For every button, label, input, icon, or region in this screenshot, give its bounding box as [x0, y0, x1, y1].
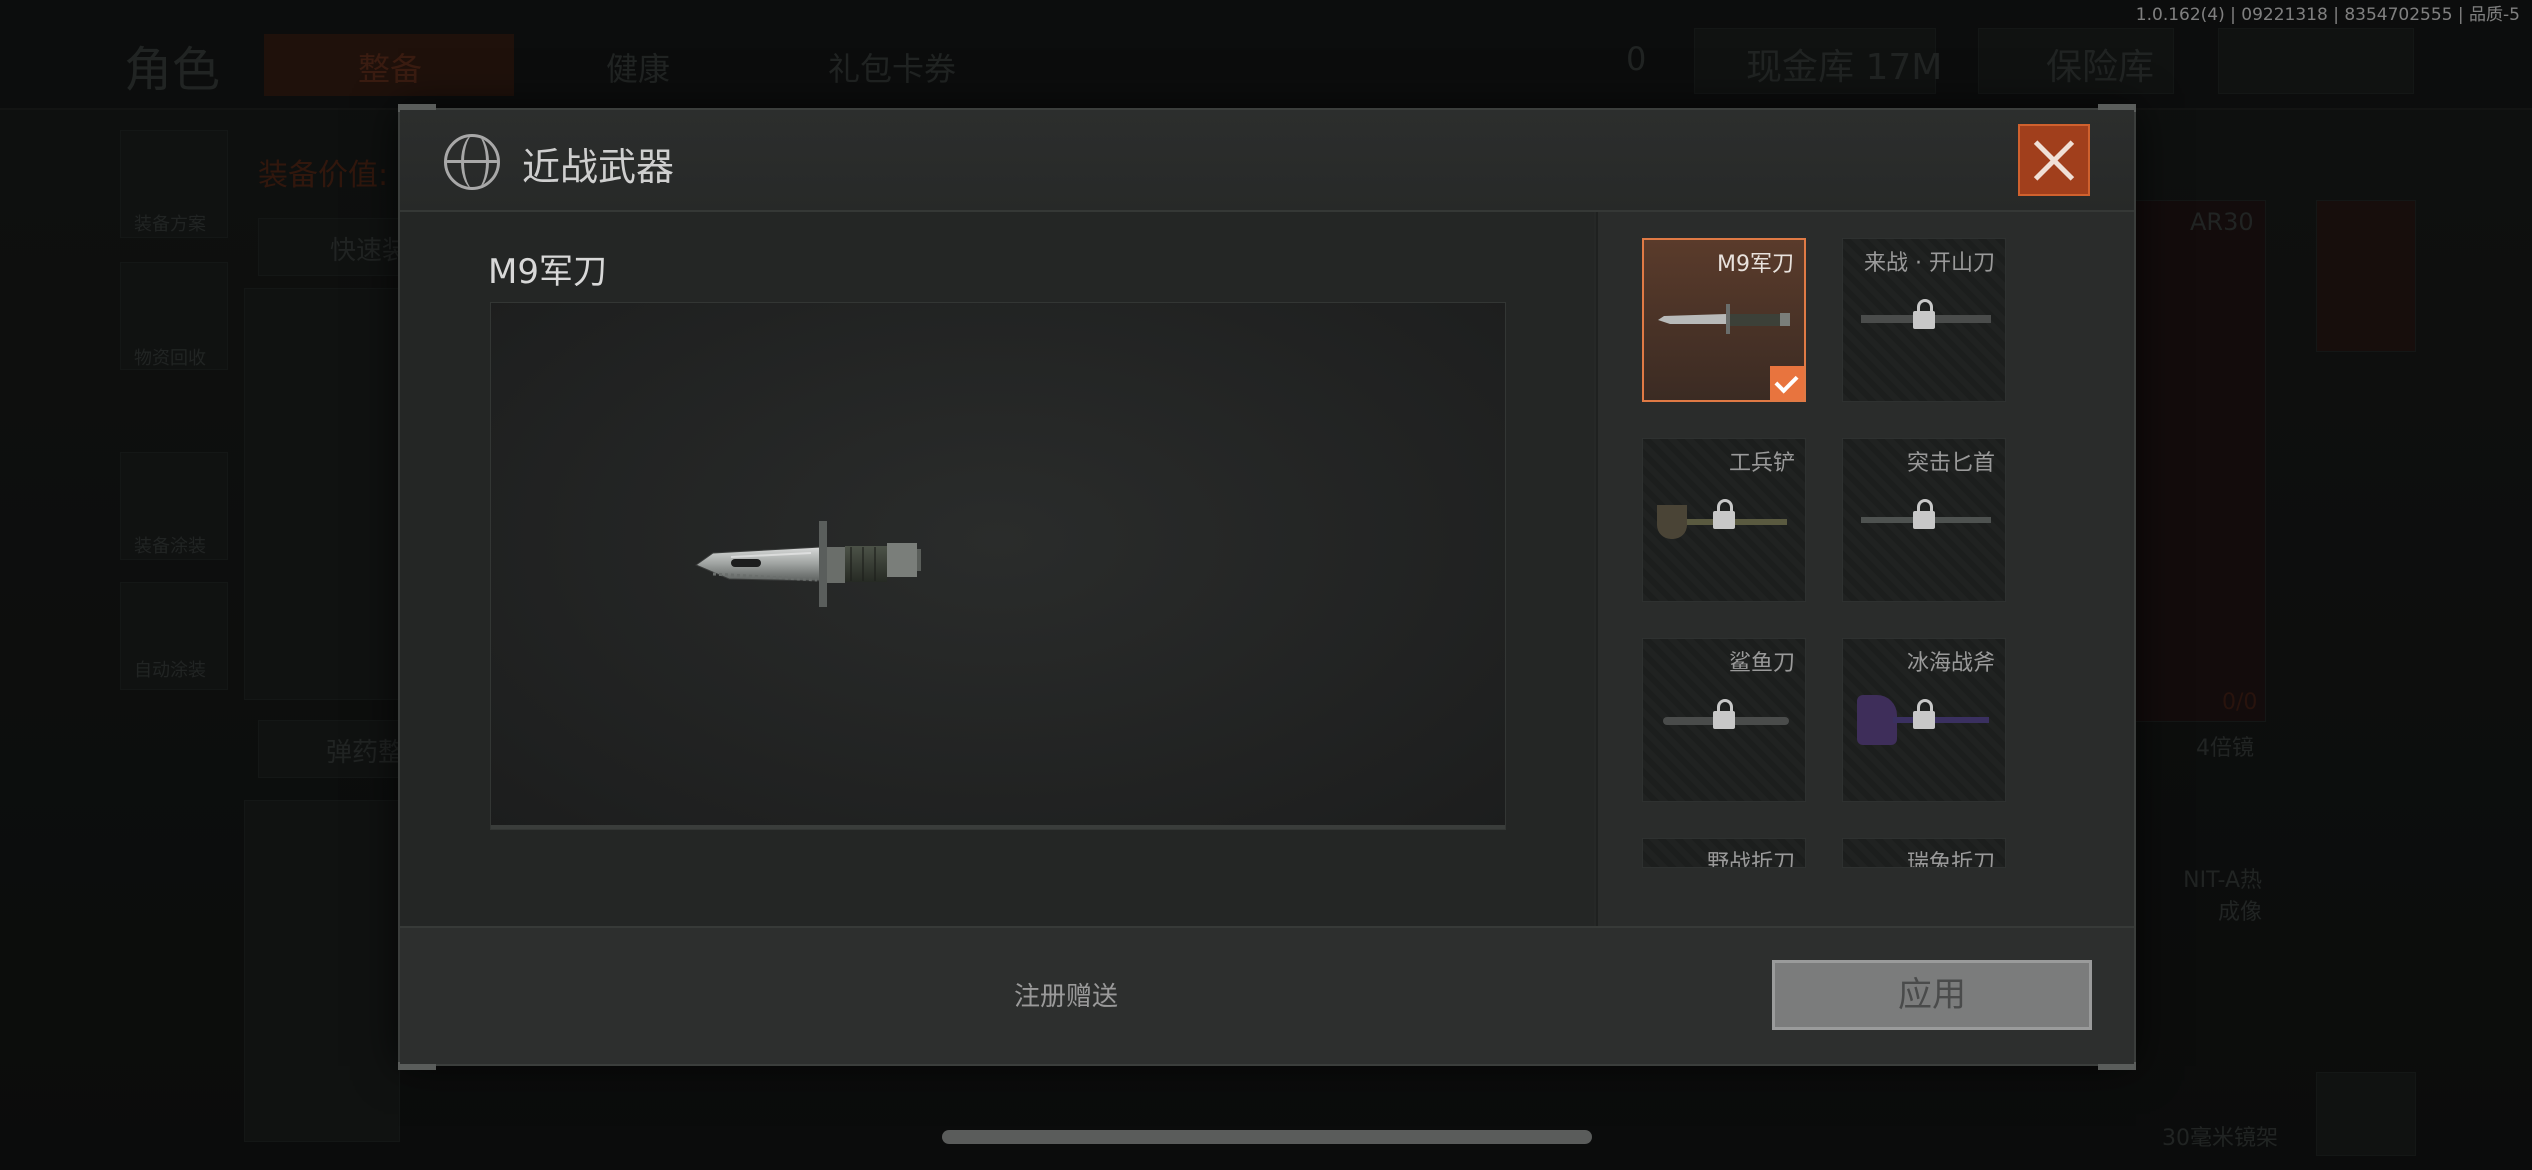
- weapon-card-label: M9军刀: [1717, 252, 1794, 277]
- lock-icon: [1713, 499, 1735, 529]
- weapon-card-label: 野战折刀: [1706, 851, 1795, 868]
- check-icon: [1770, 366, 1804, 400]
- apply-button[interactable]: 应用: [1772, 960, 2092, 1030]
- dialog-title: 近战武器: [522, 145, 675, 189]
- weapon-card-label: 突击匕首: [1906, 451, 1995, 476]
- knife-icon: [694, 521, 921, 607]
- axe-icon: [1857, 695, 1897, 745]
- weapon-preview[interactable]: [490, 302, 1506, 830]
- weapon-card-label: 来战 · 开山刀: [1864, 251, 1995, 276]
- shovel-handle: [1687, 519, 1787, 525]
- weapon-list: M9军刀 来战 · 开山刀 工兵铲 突击匕首 鲨鱼刀 冰海战斧 野战折刀 瑞兔折…: [1596, 212, 2134, 926]
- axe-handle: [1893, 717, 1989, 723]
- globe-icon: [444, 134, 500, 190]
- close-icon[interactable]: [2018, 124, 2090, 196]
- selected-weapon-name: M9军刀: [488, 252, 607, 292]
- dialog-footer: 注册赠送 应用: [400, 926, 2134, 1064]
- weapon-card-label: 冰海战斧: [1906, 651, 1995, 676]
- weapon-card-m9[interactable]: M9军刀: [1642, 238, 1806, 402]
- home-indicator[interactable]: [942, 1130, 1592, 1144]
- preview-divider: [491, 825, 1505, 829]
- weapon-card-rabbit-knife[interactable]: 瑞兔折刀: [1842, 838, 2006, 868]
- dialog-header: 近战武器: [400, 110, 2134, 212]
- lock-icon: [1913, 299, 1935, 329]
- weapon-card-assault-dagger[interactable]: 突击匕首: [1842, 438, 2006, 602]
- weapon-card-shark-knife[interactable]: 鲨鱼刀: [1642, 638, 1806, 802]
- weapon-card-label: 鲨鱼刀: [1728, 651, 1795, 676]
- weapon-card-field-knife[interactable]: 野战折刀: [1642, 838, 1806, 868]
- lock-icon: [1913, 699, 1935, 729]
- weapon-card-label: 瑞兔折刀: [1906, 851, 1995, 868]
- weapon-card-label: 工兵铲: [1728, 451, 1795, 476]
- lock-icon: [1913, 499, 1935, 529]
- lock-icon: [1713, 699, 1735, 729]
- weapon-card-machete[interactable]: 来战 · 开山刀: [1842, 238, 2006, 402]
- weapon-detail: M9军刀: [400, 212, 1594, 926]
- shovel-icon: [1657, 505, 1687, 539]
- weapon-card-shovel[interactable]: 工兵铲: [1642, 438, 1806, 602]
- melee-weapon-dialog: 近战武器 M9军刀 M9军刀 来战 · 开山刀 工兵铲 突击匕首 鲨鱼刀 冰海战…: [398, 104, 2136, 1070]
- gift-source-text: 注册赠送: [1014, 982, 1119, 1012]
- knife-icon: [1658, 304, 1790, 334]
- weapon-card-ice-axe[interactable]: 冰海战斧: [1842, 638, 2006, 802]
